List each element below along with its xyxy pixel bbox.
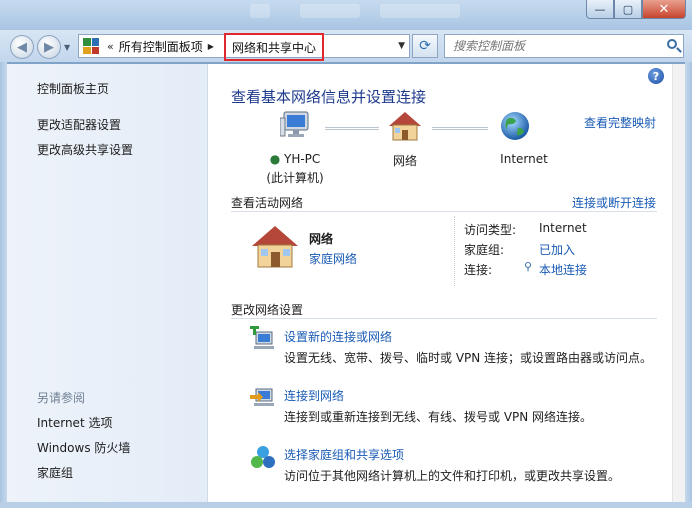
change-advanced-sharing-link[interactable]: 更改高级共享设置 [37, 141, 133, 158]
close-button[interactable]: ✕ [642, 0, 686, 19]
breadcrumb-overflow-icon[interactable]: « [107, 40, 114, 53]
see-also-heading: 另请参阅 [37, 391, 86, 405]
window-frame-bottom [0, 502, 692, 508]
connect-to-network-link[interactable]: 连接到网络 [284, 387, 344, 404]
breadcrumb-parent[interactable]: 所有控制面板项 [119, 38, 203, 55]
globe-icon [501, 112, 529, 140]
connect-or-disconnect-link[interactable]: 连接或断开连接 [572, 194, 656, 211]
refresh-icon: ⟳ [419, 38, 431, 54]
connection-label: 连接: [464, 263, 493, 277]
details-divider [454, 216, 455, 286]
choose-homegroup-link[interactable]: 选择家庭组和共享选项 [284, 446, 404, 463]
map-node-computer-sublabel: (此计算机) [266, 171, 324, 185]
homegroup-icon [251, 446, 275, 468]
window-frame-left [0, 62, 7, 508]
vertical-scrollbar[interactable] [672, 64, 685, 502]
search-icon[interactable] [667, 39, 677, 49]
address-dropdown-icon[interactable]: ▼ [398, 41, 405, 51]
network-globe-mini-icon: ● [269, 152, 281, 166]
search-input[interactable] [445, 35, 655, 57]
page-title: 查看基本网络信息并设置连接 [231, 88, 427, 106]
breadcrumb-current[interactable]: 网络和共享中心 [224, 33, 325, 61]
new-connection-icon [250, 326, 274, 349]
main-content: ? 查看基本网络信息并设置连接 ● YH-PC (此计算机) 网络 Intern… [208, 64, 672, 502]
local-connection-link[interactable]: 本地连接 [539, 261, 587, 278]
title-bar: — ▢ ✕ [0, 0, 692, 30]
change-settings-heading: 更改网络设置 [231, 303, 304, 317]
control-panel-home-link[interactable]: 控制面板主页 [37, 80, 109, 97]
forward-arrow-icon: ▶ [44, 39, 54, 55]
access-type-value: Internet [539, 221, 587, 235]
access-type-label: 访问类型: [464, 223, 517, 237]
titlebar-ghost-tab [380, 4, 460, 18]
window-controls: — ▢ ✕ [586, 0, 686, 19]
homegroup-link[interactable]: 家庭组 [37, 464, 73, 481]
breadcrumb-separator-icon[interactable]: ▶ [208, 42, 214, 51]
search-box[interactable] [444, 34, 684, 58]
map-node-network-label: 网络 [392, 154, 417, 168]
address-bar[interactable]: « 所有控制面板项 ▶ 网络和共享中心 ▼ [78, 33, 410, 61]
map-connector [432, 127, 488, 130]
map-connector [325, 127, 379, 130]
active-networks-heading: 查看活动网络 [231, 196, 304, 210]
homegroup-value-link[interactable]: 已加入 [539, 241, 575, 258]
connect-network-icon [250, 388, 274, 406]
minimize-button[interactable]: — [586, 0, 614, 19]
maximize-button[interactable]: ▢ [614, 0, 642, 19]
map-node-internet-label: Internet [500, 152, 548, 166]
back-arrow-icon: ◀ [17, 39, 27, 55]
network-name: 网络 [309, 232, 334, 246]
network-type-link[interactable]: 家庭网络 [309, 250, 357, 267]
forward-button[interactable]: ▶ [37, 35, 61, 59]
titlebar-ghost-tab [250, 4, 270, 18]
window-frame-right [685, 62, 692, 508]
homegroup-label: 家庭组: [464, 243, 505, 257]
connect-to-network-description: 连接到或重新连接到无线、有线、拨号或 VPN 网络连接。 [284, 410, 593, 424]
windows-firewall-link[interactable]: Windows 防火墙 [37, 439, 130, 456]
help-icon[interactable]: ? [648, 68, 664, 84]
section-divider [231, 211, 657, 212]
map-node-computer-label: ● YH-PC [269, 152, 321, 166]
section-divider [231, 318, 657, 319]
house-icon [389, 112, 421, 141]
setup-new-connection-link[interactable]: 设置新的连接或网络 [284, 328, 392, 345]
navigation-bar: ◀ ▶ ▼ « 所有控制面板项 ▶ 网络和共享中心 ▼ ⟳ [0, 30, 692, 62]
left-task-pane: 控制面板主页 更改适配器设置 更改高级共享设置 另请参阅 Internet 选项… [7, 64, 208, 502]
control-panel-icon [83, 38, 99, 54]
setup-new-connection-description: 设置无线、宽带、拨号、临时或 VPN 连接；或设置路由器或访问点。 [284, 351, 653, 365]
see-full-map-link[interactable]: 查看完整映射 [584, 114, 656, 131]
choose-homegroup-description: 访问位于其他网络计算机上的文件和打印机，或更改共享设置。 [284, 469, 621, 483]
change-adapter-settings-link[interactable]: 更改适配器设置 [37, 116, 121, 133]
refresh-button[interactable]: ⟳ [412, 34, 438, 58]
ethernet-plug-icon: ⚲ [524, 260, 533, 273]
back-button[interactable]: ◀ [10, 35, 34, 59]
titlebar-ghost-tab [300, 4, 360, 18]
home-network-icon [252, 226, 298, 268]
computer-icon [280, 111, 309, 137]
internet-options-link[interactable]: Internet 选项 [37, 414, 112, 431]
recent-pages-dropdown[interactable]: ▼ [64, 43, 70, 52]
